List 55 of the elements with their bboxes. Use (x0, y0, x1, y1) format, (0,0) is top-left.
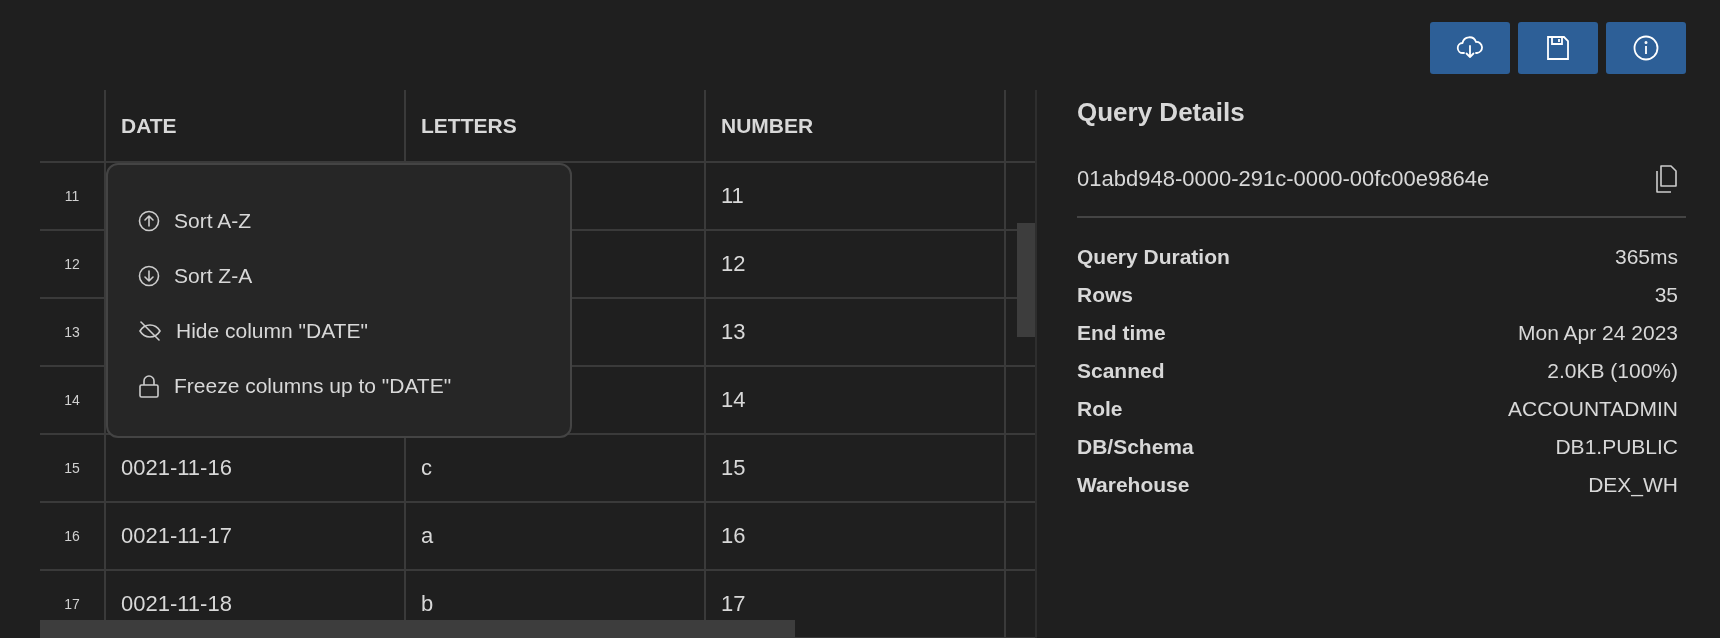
table-cell: 12 (721, 251, 746, 277)
copy-icon[interactable] (1654, 164, 1678, 194)
detail-label: Rows (1077, 283, 1133, 307)
row-number: 12 (64, 256, 80, 272)
row-number: 14 (64, 392, 80, 408)
detail-value: ACCOUNTADMIN (1508, 397, 1678, 421)
table-cell: 14 (721, 387, 746, 413)
table-cell: 13 (721, 319, 746, 345)
query-id: 01abd948-0000-291c-0000-00fc00e9864e (1077, 166, 1490, 192)
vertical-scrollbar[interactable] (1017, 223, 1035, 337)
detail-label: Warehouse (1077, 473, 1190, 497)
cloud-download-icon (1456, 36, 1484, 60)
table-cell: 0021-11-16 (121, 455, 232, 481)
row-number: 16 (64, 528, 80, 544)
download-button[interactable] (1430, 22, 1510, 74)
save-button[interactable] (1518, 22, 1598, 74)
table-cell: 16 (721, 523, 746, 549)
detail-value: 35 (1654, 283, 1678, 307)
table-cell: 0021-11-17 (121, 523, 232, 549)
menu-item[interactable]: Sort Z-A (138, 248, 253, 303)
lock-icon (138, 373, 160, 398)
table-cell: 15 (721, 455, 746, 481)
column-header[interactable]: LETTERS (421, 113, 517, 138)
detail-label: Query Duration (1077, 245, 1230, 269)
menu-item[interactable]: Hide column "DATE" (138, 303, 368, 358)
info-icon (1633, 35, 1659, 61)
arrow-up-circle-icon (138, 209, 160, 232)
row-number: 15 (64, 460, 80, 476)
table-cell: 0021-11-18 (121, 591, 232, 617)
detail-value: DEX_WH (1588, 473, 1678, 497)
row-number: 17 (64, 596, 80, 612)
table-cell: 17 (721, 591, 746, 617)
horizontal-scrollbar[interactable] (40, 620, 795, 638)
detail-label: Scanned (1077, 359, 1165, 383)
table-cell: c (421, 455, 432, 481)
row-number: 11 (64, 188, 80, 204)
table-cell: 11 (721, 183, 744, 209)
eye-slash-icon (138, 319, 162, 342)
arrow-down-circle-icon (138, 264, 160, 287)
column-header[interactable]: NUMBER (721, 113, 814, 138)
table-cell: a (421, 523, 434, 549)
column-header[interactable]: DATE (121, 113, 177, 138)
panel-title: Query Details (1077, 96, 1246, 129)
detail-label: End time (1077, 321, 1166, 345)
menu-item[interactable]: Freeze columns up to "DATE" (138, 358, 452, 413)
detail-value: 365ms (1614, 245, 1678, 269)
detail-value: DB1.PUBLIC (1555, 435, 1678, 459)
detail-value: 2.0KB (100%) (1547, 359, 1678, 383)
detail-value: Mon Apr 24 2023 (1518, 321, 1678, 345)
menu-item[interactable]: Sort A-Z (138, 193, 252, 248)
detail-label: Role (1077, 397, 1123, 421)
row-number: 13 (64, 324, 80, 340)
table-cell: b (421, 591, 434, 617)
info-button[interactable] (1606, 22, 1686, 74)
detail-label: DB/Schema (1077, 435, 1194, 459)
